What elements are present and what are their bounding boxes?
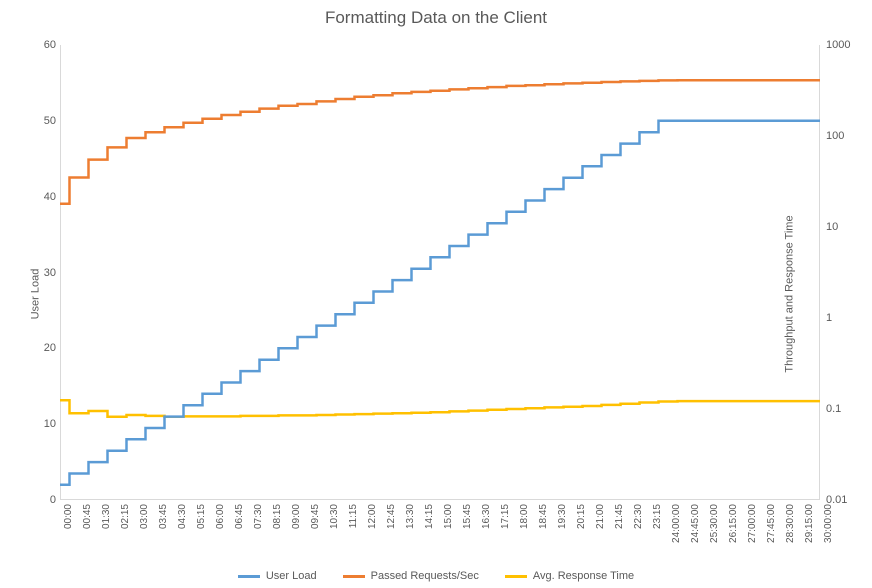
line-passed-requests xyxy=(60,80,820,204)
legend-label-user-load: User Load xyxy=(266,570,317,582)
y-tick-left: 10 xyxy=(26,418,56,430)
legend-swatch-user-load xyxy=(238,575,260,578)
x-tick: 17:15 xyxy=(500,504,511,529)
chart-lines xyxy=(60,45,820,500)
x-ticks: 00:00 00:45 01:30 02:15 03:00 03:45 04:30 05:15… xyxy=(60,502,820,562)
x-tick: 08:15 xyxy=(272,504,283,529)
x-tick: 28:30:00 xyxy=(785,504,796,543)
line-avg-response-time xyxy=(60,400,820,417)
y-tick-left: 40 xyxy=(26,191,56,203)
y-tick-right: 100 xyxy=(826,130,844,142)
x-tick: 06:00 xyxy=(215,504,226,529)
x-tick: 18:00 xyxy=(519,504,530,529)
x-tick: 10:30 xyxy=(329,504,340,529)
x-tick: 03:45 xyxy=(158,504,169,529)
legend: User Load Passed Requests/Sec Avg. Respo… xyxy=(0,570,872,582)
x-tick: 03:00 xyxy=(139,504,150,529)
x-tick: 19:30 xyxy=(557,504,568,529)
x-tick: 26:15:00 xyxy=(728,504,739,543)
x-tick: 25:30:00 xyxy=(709,504,720,543)
x-tick: 22:30 xyxy=(633,504,644,529)
x-tick: 06:45 xyxy=(234,504,245,529)
legend-label-passed: Passed Requests/Sec xyxy=(371,570,479,582)
x-tick: 11:15 xyxy=(348,504,359,528)
y-tick-left: 0 xyxy=(26,494,56,506)
y-tick-right: 1 xyxy=(826,312,832,324)
x-tick: 18:45 xyxy=(538,504,549,529)
y-tick-left: 30 xyxy=(26,267,56,279)
x-tick: 00:45 xyxy=(82,504,93,529)
x-tick: 24:00:00 xyxy=(671,504,682,543)
line-user-load xyxy=(60,121,820,485)
x-tick: 12:00 xyxy=(367,504,378,529)
legend-item-user-load: User Load xyxy=(238,570,317,582)
x-tick: 15:45 xyxy=(462,504,473,529)
x-tick: 30:00:00 xyxy=(823,504,834,543)
x-tick: 04:30 xyxy=(177,504,188,529)
legend-label-response: Avg. Response Time xyxy=(533,570,634,582)
y-tick-left: 60 xyxy=(26,39,56,51)
x-tick: 00:00 xyxy=(63,504,74,529)
y-tick-right: 1000 xyxy=(826,39,850,51)
legend-swatch-passed xyxy=(343,575,365,578)
x-tick: 12:45 xyxy=(386,504,397,529)
x-tick: 23:15 xyxy=(652,504,663,529)
legend-item-response: Avg. Response Time xyxy=(505,570,634,582)
y-tick-right: 10 xyxy=(826,221,838,233)
x-tick: 14:15 xyxy=(424,504,435,529)
y-tick-left: 50 xyxy=(26,115,56,127)
chart-container: Formatting Data on the Client User Load … xyxy=(0,0,872,588)
x-tick: 20:15 xyxy=(576,504,587,529)
x-tick: 15:00 xyxy=(443,504,454,529)
x-tick: 05:15 xyxy=(196,504,207,529)
legend-item-passed: Passed Requests/Sec xyxy=(343,570,479,582)
x-tick: 02:15 xyxy=(120,504,131,529)
y-tick-left: 20 xyxy=(26,342,56,354)
x-tick: 01:30 xyxy=(101,504,112,529)
x-tick: 09:45 xyxy=(310,504,321,529)
x-tick: 27:00:00 xyxy=(747,504,758,543)
x-tick: 16:30 xyxy=(481,504,492,529)
x-tick: 09:00 xyxy=(291,504,302,529)
x-tick: 27:45:00 xyxy=(766,504,777,543)
x-tick: 24:45:00 xyxy=(690,504,701,543)
y-tick-right: 0.1 xyxy=(826,403,841,415)
x-tick: 21:00 xyxy=(595,504,606,529)
x-tick: 29:15:00 xyxy=(804,504,815,543)
legend-swatch-response xyxy=(505,575,527,578)
x-tick: 07:30 xyxy=(253,504,264,529)
x-tick: 21:45 xyxy=(614,504,625,529)
x-tick: 13:30 xyxy=(405,504,416,529)
